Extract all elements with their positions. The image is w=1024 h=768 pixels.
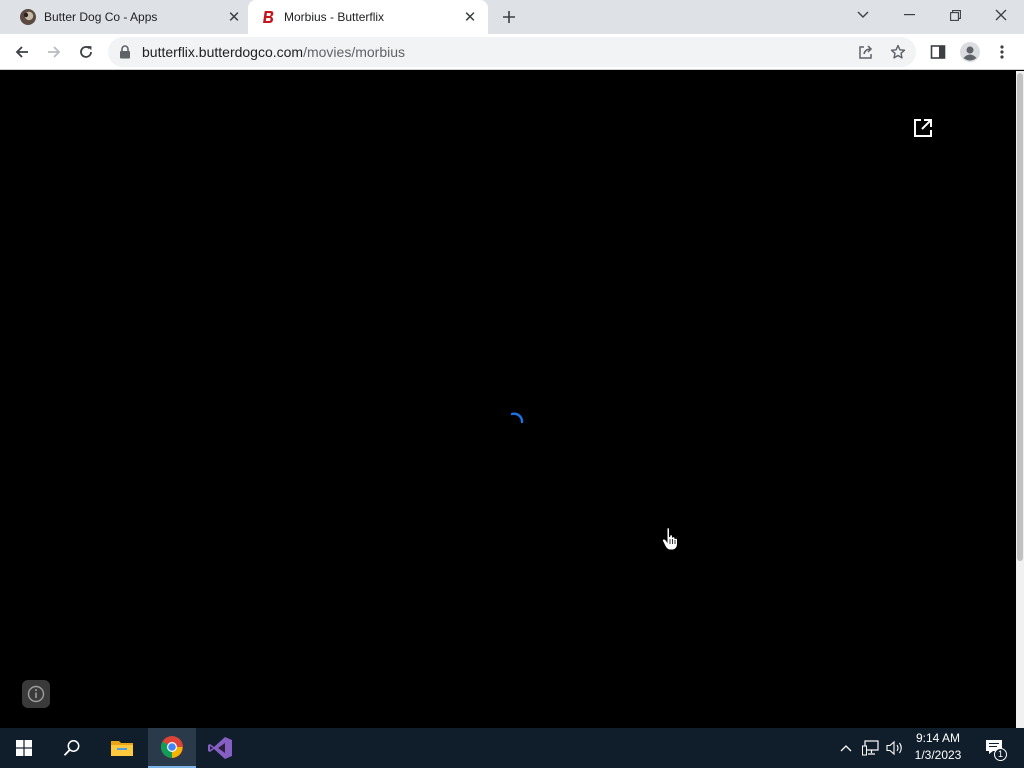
reload-icon	[80, 46, 92, 58]
url-host: butterflix.butterdogco.com	[142, 44, 304, 60]
chrome-icon	[161, 736, 183, 758]
tab-title: Butter Dog Co - Apps	[44, 10, 158, 24]
forward-button[interactable]	[40, 38, 68, 66]
info-button[interactable]	[22, 680, 50, 708]
plus-icon	[503, 11, 515, 23]
visual-studio-button[interactable]	[196, 728, 244, 768]
url-text[interactable]: butterflix.butterdogco.com/movies/morbiu…	[142, 37, 405, 67]
side-panel-button[interactable]	[924, 38, 952, 66]
share-icon	[859, 45, 873, 59]
minimize-icon	[903, 14, 915, 16]
tab-title: Morbius - Butterflix	[284, 10, 385, 24]
network-icon	[862, 740, 879, 756]
windows-taskbar: 9:14 AM 1/3/2023 1	[0, 728, 1024, 768]
tab-search-button[interactable]	[840, 0, 886, 30]
screen: Butter Dog Co - Apps ✕ Morbius - Butterf…	[0, 0, 1024, 768]
tab-morbius-butterflix[interactable]: Morbius - Butterflix ✕	[248, 0, 488, 34]
butterflix-b-logo-icon	[260, 9, 276, 25]
scrollbar-thumb[interactable]	[1017, 73, 1023, 561]
back-icon	[15, 46, 28, 58]
clock-date: 1/3/2023	[914, 748, 962, 762]
close-tab-icon[interactable]: ✕	[460, 7, 480, 27]
tab-butter-dog-apps[interactable]: Butter Dog Co - Apps ✕	[8, 0, 244, 34]
share-button[interactable]	[854, 40, 878, 64]
loading-spinner	[510, 412, 524, 424]
minimize-button[interactable]	[886, 0, 932, 30]
page-scrollbar[interactable]	[1016, 71, 1024, 728]
file-explorer-icon	[111, 741, 133, 756]
profile-button[interactable]	[956, 38, 984, 66]
video-player[interactable]	[0, 71, 1016, 728]
search-button[interactable]	[48, 728, 96, 768]
file-explorer-button[interactable]	[98, 728, 146, 768]
show-hidden-icons-button[interactable]	[836, 728, 856, 768]
visual-studio-icon	[208, 737, 232, 759]
menu-button[interactable]	[988, 38, 1016, 66]
url-path: /movies/morbius	[303, 44, 406, 60]
volume-button[interactable]	[884, 728, 906, 768]
profile-icon	[960, 42, 980, 62]
address-bar[interactable]: butterflix.butterdogco.com/movies/morbiu…	[108, 37, 916, 67]
tab-strip: Butter Dog Co - Apps ✕ Morbius - Butterf…	[0, 0, 1024, 34]
open-in-new-icon[interactable]	[912, 117, 934, 139]
menu-icon	[1000, 45, 1004, 59]
bookmark-button[interactable]	[886, 40, 910, 64]
chevron-down-icon	[857, 11, 869, 18]
back-button[interactable]	[8, 38, 36, 66]
close-icon	[995, 9, 1007, 21]
dog-avatar-icon	[20, 9, 36, 25]
close-tab-icon[interactable]: ✕	[224, 7, 244, 27]
network-button[interactable]	[860, 728, 882, 768]
action-center-button[interactable]: 1	[980, 728, 1010, 768]
restore-icon	[949, 9, 961, 21]
chevron-up-icon	[840, 745, 852, 752]
reload-button[interactable]	[72, 38, 100, 66]
close-window-button[interactable]	[978, 0, 1024, 30]
windows-start-icon	[16, 740, 32, 756]
restore-button[interactable]	[932, 0, 978, 30]
new-tab-button[interactable]	[496, 5, 522, 29]
info-icon	[27, 685, 45, 703]
start-button[interactable]	[0, 728, 48, 768]
forward-icon	[48, 46, 61, 58]
lock-icon[interactable]	[119, 45, 131, 59]
clock-time: 9:14 AM	[915, 731, 961, 745]
notification-count-badge: 1	[994, 748, 1007, 761]
side-panel-icon	[930, 45, 946, 59]
search-icon	[63, 740, 80, 756]
hand-cursor-icon	[661, 527, 678, 551]
taskbar-clock[interactable]: 9:14 AM 1/3/2023	[908, 730, 968, 766]
chrome-taskbar-button[interactable]	[148, 728, 196, 768]
star-icon	[890, 44, 906, 59]
browser-toolbar: butterflix.butterdogco.com/movies/morbiu…	[0, 34, 1024, 70]
volume-icon	[886, 740, 902, 756]
